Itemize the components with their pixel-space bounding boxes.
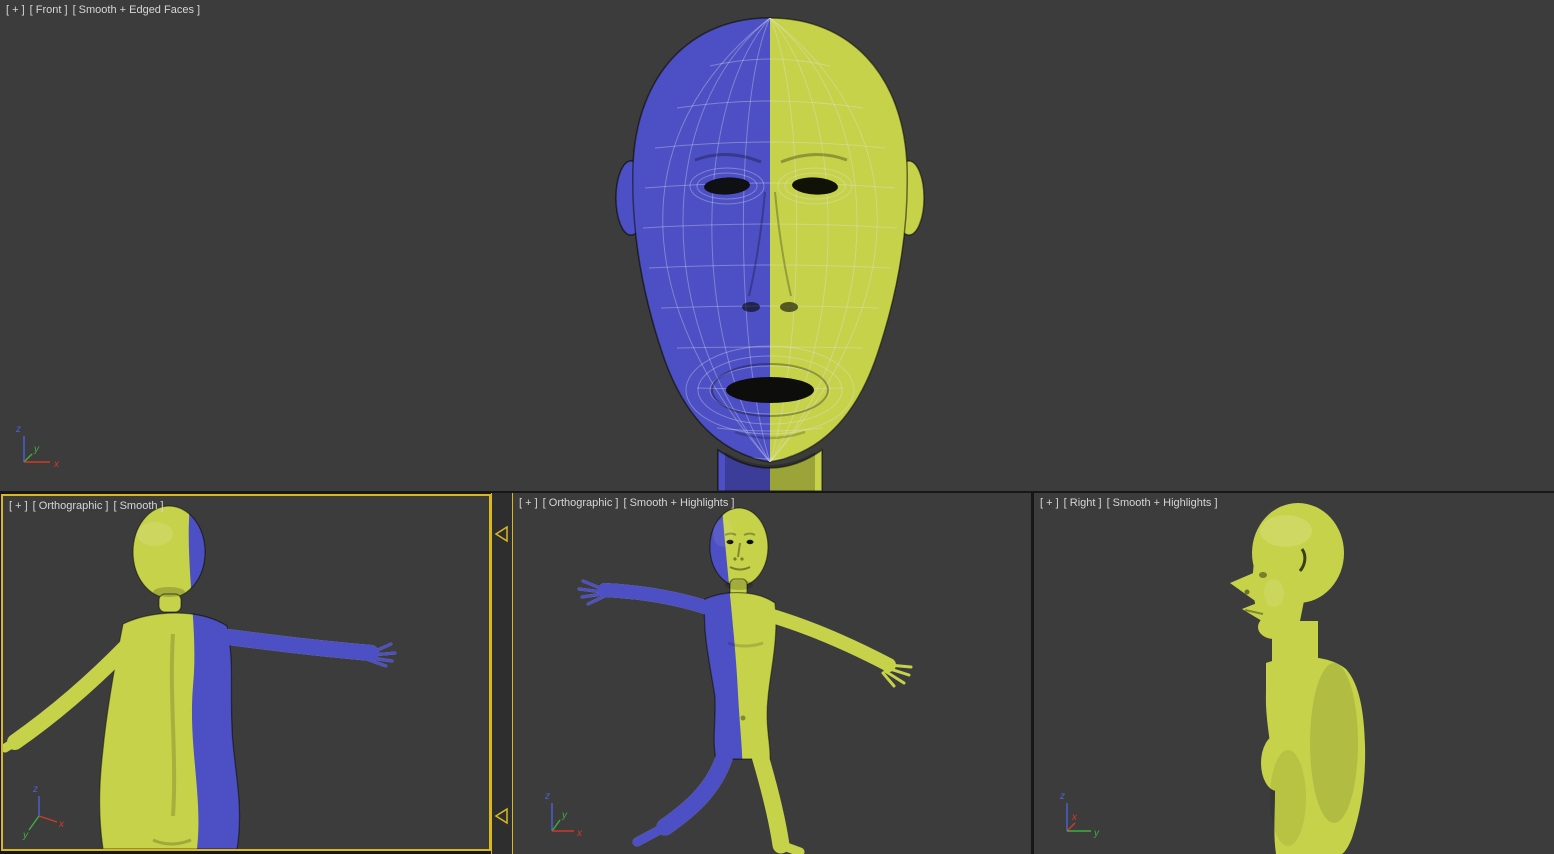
viewport-right-label: [ + ] [ Right ] [ Smooth + Highlights ]: [1040, 497, 1223, 509]
viewport-menu-shading[interactable]: [ Smooth ]: [113, 500, 163, 512]
left-nostril: [742, 302, 760, 312]
axis-y-label: y: [561, 810, 568, 821]
axis-x-label: x: [1071, 812, 1078, 823]
navel: [740, 715, 746, 721]
axis-z-label: z: [15, 424, 21, 435]
head-model[interactable]: [615, 0, 945, 491]
axis-y-line: [23, 453, 33, 463]
axis-z-label: z: [32, 784, 38, 795]
viewport-right[interactable]: [ + ] [ Right ] [ Smooth + Highlights ] z …: [1034, 493, 1554, 854]
viewport-front[interactable]: [ + ] [ Front ] [ Smooth + Edged Faces ] z…: [0, 0, 1554, 491]
viewport-orthographic-active[interactable]: [ + ] [ Orthographic ] [ Smooth ] z x y: [1, 494, 491, 851]
splitter-handle-top[interactable]: [494, 525, 510, 545]
viewport-menu-plus[interactable]: [ + ]: [9, 500, 28, 512]
viewport-menu-plus[interactable]: [ + ]: [6, 4, 25, 16]
profile-eye: [1259, 572, 1267, 578]
viewport-front-label: [ + ] [ Front ] [ Smooth + Edged Faces ]: [6, 4, 205, 16]
viewport-menu-view[interactable]: [ Front ]: [30, 4, 68, 16]
splitter-handle-bottom[interactable]: [494, 807, 510, 827]
viewport-area: [ + ] [ Front ] [ Smooth + Edged Faces ] z…: [0, 0, 1554, 854]
axis-y-label: y: [22, 830, 29, 841]
viewport-ortho-a-label: [ + ] [ Orthographic ] [ Smooth ]: [9, 500, 169, 512]
axis-y-label: y: [1093, 828, 1100, 839]
axis-gizmo-ortho-b: z y x: [544, 791, 583, 839]
viewport-menu-plus[interactable]: [ + ]: [519, 497, 538, 509]
viewport-menu-shading[interactable]: [ Smooth + Highlights ]: [623, 497, 734, 509]
viewport-ortho-b-label: [ + ] [ Orthographic ] [ Smooth + Highligh…: [519, 497, 739, 509]
mouth-opening: [726, 377, 814, 403]
axis-gizmo-ortho-a: z x y: [22, 784, 65, 841]
axis-y-line: [551, 819, 561, 832]
body-mesh-yellow-half[interactable]: [579, 508, 911, 852]
viewport-menu-view[interactable]: [ Orthographic ]: [33, 500, 109, 512]
viewport-splitter[interactable]: [491, 493, 513, 854]
right-eye: [746, 539, 754, 545]
profile-nostril: [1244, 589, 1250, 595]
axis-y-line: [28, 815, 40, 831]
viewport-menu-plus[interactable]: [ + ]: [1040, 497, 1059, 509]
axis-z-label: z: [1059, 791, 1065, 802]
axis-x-label: x: [576, 828, 583, 839]
viewport-menu-shading[interactable]: [ Smooth + Highlights ]: [1107, 497, 1218, 509]
axis-x-label: x: [53, 459, 60, 470]
viewport-orthographic-b[interactable]: [ + ] [ Orthographic ] [ Smooth + Highligh…: [513, 493, 1031, 854]
axis-x-line: [1066, 822, 1076, 832]
viewport-menu-view[interactable]: [ Orthographic ]: [543, 497, 619, 509]
right-nostril: [780, 302, 798, 312]
viewport-menu-shading[interactable]: [ Smooth + Edged Faces ]: [73, 4, 201, 16]
axis-x-label: x: [58, 819, 65, 830]
axis-gizmo-front: z y x: [15, 424, 60, 470]
axis-y-label: y: [33, 444, 40, 455]
axis-x-line: [38, 815, 58, 823]
axis-gizmo-right: z x y: [1059, 791, 1100, 839]
body-model-back-view[interactable]: [3, 496, 489, 849]
axis-z-label: z: [544, 791, 550, 802]
viewport-menu-view[interactable]: [ Right ]: [1064, 497, 1102, 509]
